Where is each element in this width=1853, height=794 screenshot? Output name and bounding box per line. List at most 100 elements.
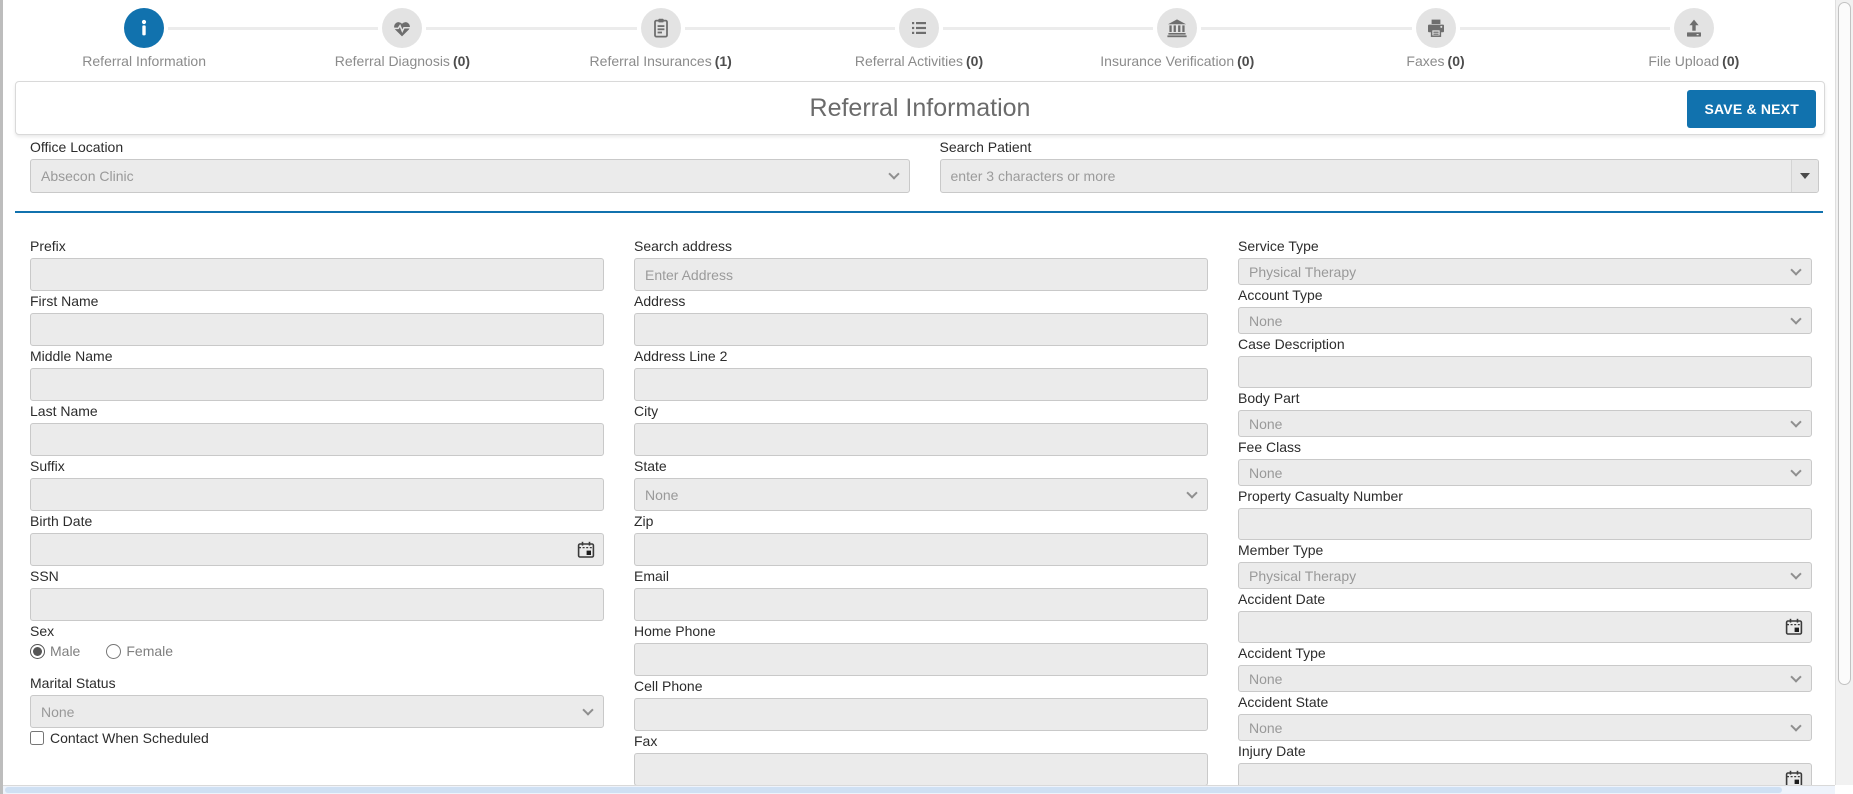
accident-state-select[interactable]: None xyxy=(1238,714,1812,741)
activities-icon xyxy=(908,17,930,39)
calendar-icon[interactable] xyxy=(1785,618,1803,636)
first-name-field: First Name xyxy=(30,293,604,346)
referral-page: Referral Information Referral Diagnosis (0… xyxy=(3,0,1835,785)
search-patient-input[interactable] xyxy=(940,160,1791,192)
fee-class-select[interactable]: None xyxy=(1238,459,1812,486)
step-file-upload[interactable]: File Upload (0) xyxy=(1459,8,1823,69)
step-referral-insurances[interactable]: Referral Insurances (1) xyxy=(426,8,790,69)
first-name-input[interactable] xyxy=(30,313,604,346)
form-column-contact: Search address Address Address Line 2 City S… xyxy=(634,238,1208,785)
step-referral-activities[interactable]: Referral Activities (0) xyxy=(684,8,1048,69)
info-icon xyxy=(133,17,155,39)
address-line-2-label: Address Line 2 xyxy=(634,348,728,364)
search-address-input[interactable] xyxy=(634,258,1208,291)
property-casualty-number-input[interactable] xyxy=(1238,508,1812,540)
home-phone-field: Home Phone xyxy=(634,623,1208,676)
injury-date-input[interactable] xyxy=(1238,763,1812,785)
contact-when-scheduled-checkbox-label: Contact When Scheduled xyxy=(50,730,209,746)
property-casualty-number-label: Property Casualty Number xyxy=(1238,488,1403,504)
member-type-field: Member Type Physical Therapy xyxy=(1238,542,1812,589)
marital-status-select[interactable]: None xyxy=(30,695,604,728)
body-part-select[interactable]: None xyxy=(1238,410,1812,437)
accident-type-select[interactable]: None xyxy=(1238,665,1812,692)
sex-field: Sex Male Female xyxy=(30,623,604,659)
account-type-select[interactable]: None xyxy=(1238,307,1812,334)
horizontal-scrollbar-thumb[interactable] xyxy=(5,787,1783,793)
prefix-input[interactable] xyxy=(30,258,604,291)
city-input[interactable] xyxy=(634,423,1208,456)
female-radio-option[interactable]: Female xyxy=(106,643,173,659)
step-count-badge: (0) xyxy=(1237,53,1255,69)
body-part-field: Body Part None xyxy=(1238,390,1812,437)
case-description-input[interactable] xyxy=(1238,356,1812,388)
save-next-button[interactable]: SAVE & NEXT xyxy=(1687,90,1816,128)
search-address-label: Search address xyxy=(634,238,733,254)
wizard-stepper: Referral Information Referral Diagnosis (0… xyxy=(3,0,1835,69)
accident-date-input[interactable] xyxy=(1238,611,1812,643)
state-value: None xyxy=(645,486,679,503)
birth-date-input[interactable] xyxy=(30,533,604,566)
address-input[interactable] xyxy=(634,313,1208,346)
female-radio[interactable] xyxy=(106,643,122,659)
step-count-badge: (0) xyxy=(452,53,471,69)
middle-name-input[interactable] xyxy=(30,368,604,401)
step-circle xyxy=(382,8,423,48)
account-type-label: Account Type xyxy=(1238,287,1323,303)
horizontal-scrollbar[interactable] xyxy=(3,785,1835,794)
step-title: Referral Insurances xyxy=(589,53,712,69)
bank-icon xyxy=(1166,17,1188,39)
home-phone-input[interactable] xyxy=(634,643,1208,676)
ssn-input[interactable] xyxy=(30,588,604,621)
section-header: Referral Information SAVE & NEXT xyxy=(15,81,1825,135)
office-location-select[interactable]: Absecon Clinic xyxy=(30,159,910,193)
contact-when-scheduled-checkbox-option[interactable]: Contact When Scheduled xyxy=(30,730,604,746)
birth-date-field: Birth Date xyxy=(30,513,604,566)
step-circle xyxy=(1415,8,1456,48)
member-type-value: Physical Therapy xyxy=(1249,567,1357,584)
calendar-icon[interactable] xyxy=(1785,770,1803,785)
address-line-2-input[interactable] xyxy=(634,368,1208,401)
female-radio-label: Female xyxy=(126,643,174,659)
service-type-label: Service Type xyxy=(1238,238,1319,254)
step-label: File Upload (0) xyxy=(1565,53,1823,69)
email-input[interactable] xyxy=(634,588,1208,621)
fax-label: Fax xyxy=(634,733,658,749)
ssn-label: SSN xyxy=(30,568,59,584)
fax-input[interactable] xyxy=(634,753,1208,785)
male-radio[interactable] xyxy=(30,643,45,659)
patient-lookup-row: Office Location Absecon Clinic Search Pa… xyxy=(3,135,1835,193)
calendar-icon[interactable] xyxy=(577,541,595,559)
accident-type-field: Accident Type None xyxy=(1238,645,1812,692)
step-referral-information[interactable]: Referral Information xyxy=(15,8,273,69)
step-label: Referral Insurances (1) xyxy=(532,53,790,69)
accident-state-label: Accident State xyxy=(1238,694,1329,710)
accident-date-field: Accident Date xyxy=(1238,591,1812,643)
search-patient-combobox[interactable] xyxy=(939,159,1819,193)
state-select[interactable]: None xyxy=(634,478,1208,511)
address-field: Address xyxy=(634,293,1208,346)
chevron-down-icon xyxy=(582,703,594,716)
step-circle xyxy=(1673,8,1714,48)
member-type-select[interactable]: Physical Therapy xyxy=(1238,562,1812,589)
chevron-down-icon xyxy=(1790,719,1802,732)
suffix-input[interactable] xyxy=(30,478,604,511)
search-patient-dropdown-button[interactable] xyxy=(1791,160,1818,192)
service-type-field: Service Type Physical Therapy xyxy=(1238,238,1812,285)
last-name-input[interactable] xyxy=(30,423,604,456)
step-faxes[interactable]: Faxes (0) xyxy=(1201,8,1564,69)
step-insurance-verification[interactable]: Insurance Verification (0) xyxy=(942,8,1306,69)
vertical-scrollbar-thumb[interactable] xyxy=(1838,2,1851,685)
contact-when-scheduled-checkbox[interactable] xyxy=(30,731,44,745)
cell-phone-input[interactable] xyxy=(634,698,1208,731)
zip-input[interactable] xyxy=(634,533,1208,566)
male-radio-option[interactable]: Male xyxy=(30,643,80,659)
city-field: City xyxy=(634,403,1208,456)
step-referral-diagnosis[interactable]: Referral Diagnosis (0) xyxy=(168,8,531,69)
male-radio-label: Male xyxy=(50,643,81,659)
service-type-select[interactable]: Physical Therapy xyxy=(1238,258,1812,285)
vertical-scrollbar[interactable] xyxy=(1835,0,1853,785)
service-type-value: Physical Therapy xyxy=(1249,263,1357,280)
fee-class-value: None xyxy=(1249,464,1283,481)
chevron-down-icon xyxy=(887,168,900,180)
fax-icon xyxy=(1425,17,1447,39)
